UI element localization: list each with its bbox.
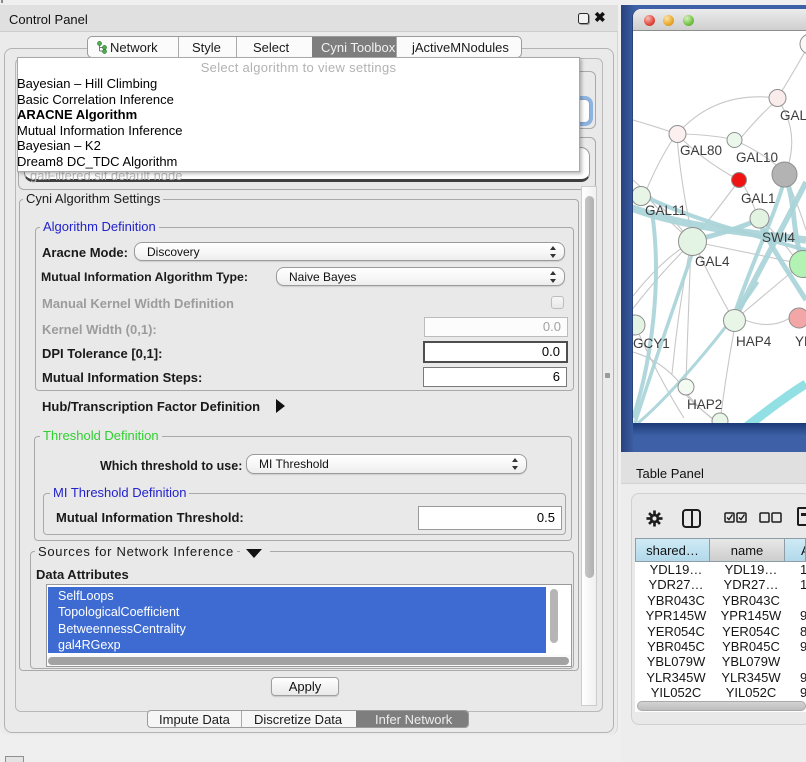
svg-text:SWI4: SWI4 [762,230,795,245]
svg-text:GAL80: GAL80 [680,143,722,158]
svg-text:GAL4: GAL4 [695,254,730,269]
svg-text:HAP2: HAP2 [687,397,722,412]
svg-text:YM: YM [795,334,806,349]
svg-text:GAL2: GAL2 [780,108,806,123]
svg-text:GAL11: GAL11 [645,203,686,218]
svg-text:HAP4: HAP4 [736,334,772,349]
svg-text:GCY1: GCY1 [633,336,670,351]
svg-text:GAL10: GAL10 [736,150,778,165]
svg-text:GAL1: GAL1 [741,191,776,206]
